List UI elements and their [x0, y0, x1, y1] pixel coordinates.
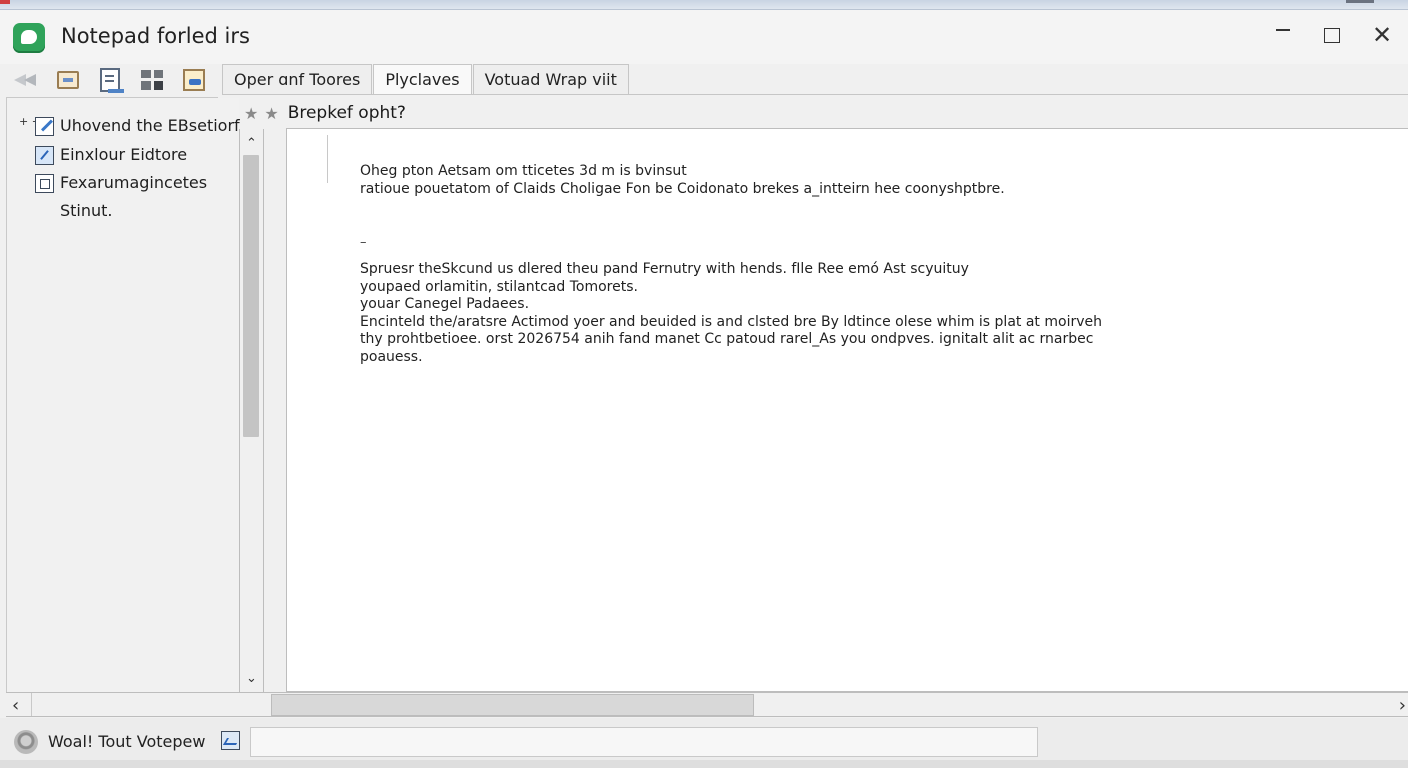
- vertical-scroll-thumb[interactable]: [243, 155, 259, 437]
- margin-rule: [327, 135, 328, 183]
- document-button[interactable]: [90, 65, 130, 95]
- scroll-left-arrow-icon[interactable]: ‹: [12, 695, 19, 716]
- back-forward-icon: [12, 71, 40, 89]
- notes-icon: [183, 68, 205, 91]
- vertical-scrollbar[interactable]: ⌃ ⌄: [239, 129, 264, 692]
- text-line: thy prohtbetioee. orst 2026754 anih fand…: [360, 331, 1094, 347]
- scroll-right-arrow-icon[interactable]: ›: [1399, 695, 1406, 716]
- paragraph-2: Spruesr theSkcund us dlered theu pand Fe…: [360, 261, 1102, 366]
- tab-strip: Oper ɑnf Toores Plyclaves Votuad Wrap vi…: [222, 64, 630, 95]
- edit-icon: [35, 146, 54, 165]
- text-editor[interactable]: Oheg pton Aetsam om tticetes 3d m is bvi…: [286, 128, 1408, 692]
- star-icon[interactable]: ★: [264, 104, 278, 123]
- close-button[interactable]: ✕: [1362, 18, 1402, 52]
- star-icon[interactable]: ★: [244, 104, 258, 123]
- tab-open-tools[interactable]: Oper ɑnf Toores: [222, 64, 373, 94]
- sidebar-item-label: Stinut.: [60, 201, 113, 220]
- top-strip: [0, 0, 1408, 10]
- notepad-app-icon: [13, 23, 45, 53]
- sidebar-item-label: Uhovend the EBsetiorf: [60, 116, 240, 135]
- text-line: youar Canegel Padaees.: [360, 296, 530, 312]
- tab-word-wrap[interactable]: Votuad Wrap viit: [472, 64, 629, 94]
- horizontal-scroll-thumb[interactable]: [271, 694, 754, 716]
- status-input-field[interactable]: [250, 727, 1038, 757]
- sidebar-item-2[interactable]: Einxlour Eidtore: [7, 141, 240, 169]
- scrollbar-divider: [31, 693, 32, 716]
- status-circle-icon[interactable]: [14, 730, 38, 754]
- back-forward-button[interactable]: [6, 65, 46, 95]
- text-line: Oheg pton Aetsam om tticetes 3d m is bvi…: [360, 163, 687, 179]
- window-title: Notepad forled irs: [61, 24, 250, 48]
- minimize-icon: [1276, 29, 1290, 31]
- expander-icon[interactable]: + +: [19, 116, 41, 127]
- text-line: Spruesr theSkcund us dlered theu pand Fe…: [360, 261, 969, 277]
- text-line: poauess.: [360, 348, 423, 365]
- maximize-icon: [1324, 27, 1340, 43]
- dash-marker: –: [360, 235, 367, 250]
- pen-document-icon: [35, 117, 54, 136]
- grid-icon: [141, 69, 163, 90]
- top-red-mark: [0, 0, 10, 4]
- document-heading-row: ★ ★ Brepkef opht?: [241, 98, 1408, 128]
- maximize-button[interactable]: [1312, 18, 1352, 52]
- sidebar-tree: + + Uhovend the EBsetiorf Einxlour Eidto…: [6, 98, 240, 692]
- minimize-button[interactable]: [1263, 18, 1303, 52]
- notes-button[interactable]: [174, 65, 214, 95]
- sidebar-item-label: Fexarumagincetes: [60, 173, 208, 192]
- paragraph-1: Oheg pton Aetsam om tticetes 3d m is bvi…: [360, 163, 1005, 198]
- sidebar-item-3[interactable]: Fexarumagincetes: [7, 169, 240, 197]
- document-icon: [100, 67, 124, 93]
- sidebar-item-1[interactable]: + + Uhovend the EBsetiorf: [7, 112, 240, 140]
- toolbar: [6, 62, 218, 98]
- folder-icon: [57, 70, 79, 89]
- list-icon: [35, 174, 54, 193]
- sidebar-item-4[interactable]: Stinut.: [7, 197, 240, 225]
- grid-button[interactable]: [132, 65, 172, 95]
- status-text: Woal! Tout Votepew: [48, 732, 206, 751]
- tab-plyclaves[interactable]: Plyclaves: [373, 64, 472, 95]
- top-right-mark: [1346, 0, 1374, 3]
- scroll-up-arrow-icon[interactable]: ⌃: [240, 131, 263, 155]
- text-line: Encinteld the/aratsre Actimod yoer and b…: [360, 313, 1102, 330]
- tab-divider: [222, 94, 1408, 95]
- document-heading: Brepkef opht?: [287, 103, 406, 123]
- sidebar-item-label: Einxlour Eidtore: [60, 145, 188, 164]
- folder-button[interactable]: [48, 65, 88, 95]
- title-bar: Notepad forled irs ✕: [0, 10, 1408, 64]
- scroll-down-arrow-icon[interactable]: ⌄: [240, 666, 263, 690]
- text-line: ratioue pouetatom of Claids Choligae Fon…: [360, 180, 1005, 197]
- chart-icon[interactable]: [221, 731, 240, 750]
- horizontal-scrollbar[interactable]: ‹ ›: [6, 692, 1408, 717]
- text-line: youpaed orlamitin, stilantcad Tomorets.: [360, 278, 638, 295]
- bottom-edge: [0, 760, 1408, 768]
